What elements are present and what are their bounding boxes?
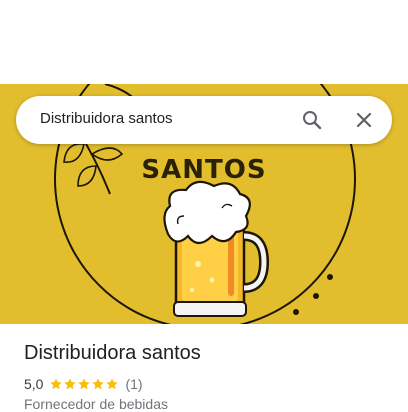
star-rating	[49, 377, 119, 391]
close-icon[interactable]	[352, 108, 376, 132]
place-category: Fornecedor de bebidas	[24, 396, 168, 412]
rating-row[interactable]: 5,0 (1)	[24, 375, 143, 393]
search-input[interactable]: Distribuidora santos	[40, 110, 173, 127]
map-top-area	[0, 0, 408, 84]
rating-value: 5,0	[24, 376, 44, 392]
search-icon[interactable]	[300, 108, 324, 132]
place-title: Distribuidora santos	[24, 342, 201, 364]
star-icon	[50, 378, 63, 390]
star-icon	[106, 378, 119, 390]
logo-brand-name: SANTOS	[141, 155, 267, 185]
review-count[interactable]: (1)	[125, 376, 142, 392]
search-bar[interactable]: Distribuidora santos	[16, 96, 392, 144]
star-icon	[78, 378, 91, 390]
star-icon	[64, 378, 77, 390]
star-icon	[92, 378, 105, 390]
